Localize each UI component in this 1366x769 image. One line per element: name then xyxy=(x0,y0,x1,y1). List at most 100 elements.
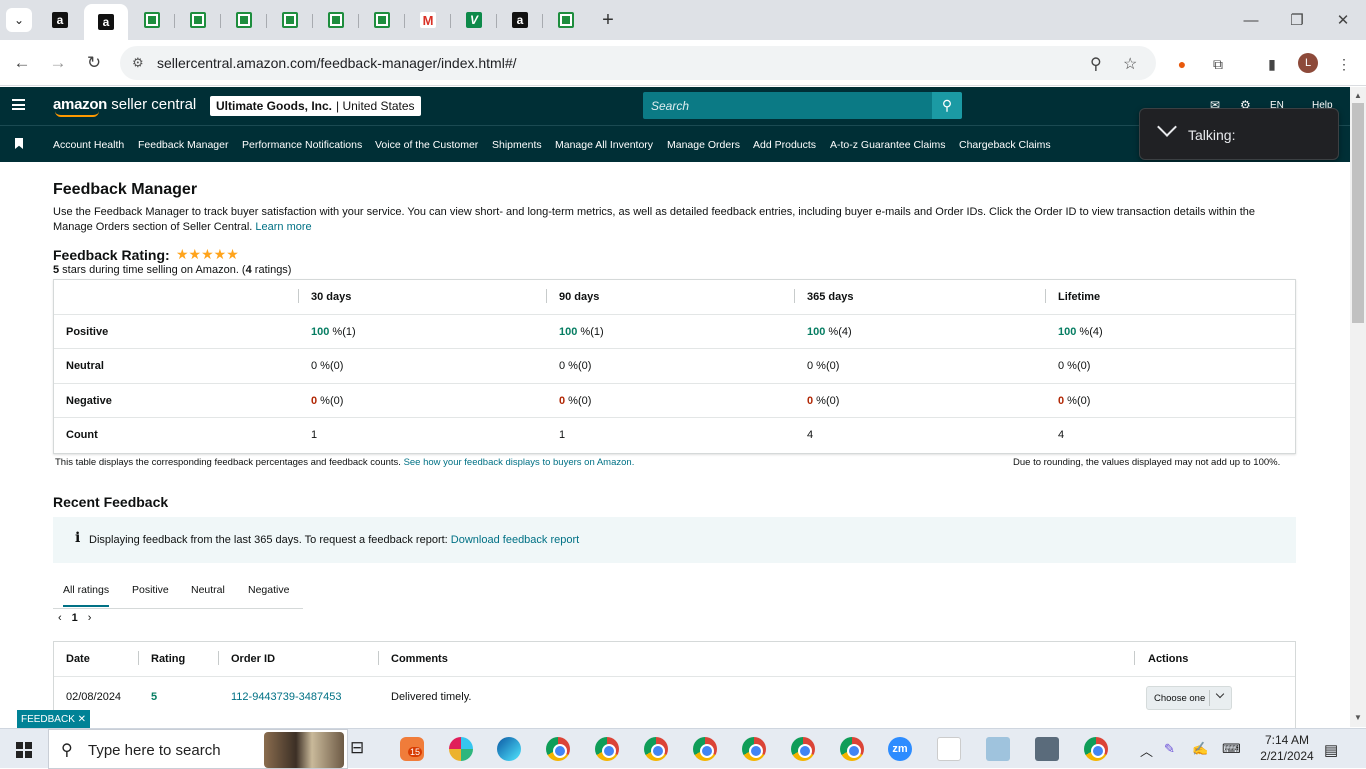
learn-more-link[interactable]: Learn more xyxy=(255,221,311,233)
zoom-icon[interactable]: zm xyxy=(888,737,912,761)
browser-tab[interactable] xyxy=(360,6,404,34)
actions-dropdown[interactable]: Choose one xyxy=(1146,686,1232,710)
feedback-date: 02/08/2024 xyxy=(66,691,122,703)
browser-tab-active[interactable]: a xyxy=(84,4,128,40)
browser-tab[interactable] xyxy=(314,6,358,34)
browser-tab[interactable] xyxy=(222,6,266,34)
tab-negative[interactable]: Negative xyxy=(248,584,289,596)
nav-voice-of-customer[interactable]: Voice of the Customer xyxy=(375,139,478,151)
search-input[interactable]: Search xyxy=(643,92,933,119)
chrome-icon[interactable] xyxy=(840,737,864,761)
pen-icon[interactable]: ✎ xyxy=(1164,741,1175,757)
hamburger-menu-icon[interactable] xyxy=(12,99,25,110)
extension-fire-icon[interactable]: ● xyxy=(1172,54,1192,74)
nav-a-to-z-claims[interactable]: A-to-z Guarantee Claims xyxy=(830,139,946,151)
side-panel-icon[interactable]: ▮ xyxy=(1262,54,1282,74)
chrome-icon[interactable] xyxy=(644,737,668,761)
scroll-up-icon[interactable]: ▲ xyxy=(1354,91,1362,100)
table-cell: 1 xyxy=(559,429,566,442)
page-number[interactable]: 1 xyxy=(72,612,78,624)
notification-badge: 15 xyxy=(408,747,423,757)
browser-tab[interactable] xyxy=(130,6,174,34)
app-icon-badge[interactable]: 15 xyxy=(400,737,424,761)
actions-dropdown-label: Choose one xyxy=(1154,693,1206,704)
reload-icon[interactable]: ↻ xyxy=(81,50,107,76)
browser-tab[interactable]: a xyxy=(498,6,542,34)
ink-icon[interactable]: ✍ xyxy=(1192,741,1208,757)
nav-performance-notifications[interactable]: Performance Notifications xyxy=(242,139,362,151)
search-icon[interactable]: ⚲ xyxy=(932,92,962,119)
browser-tab[interactable]: V xyxy=(452,6,496,34)
nav-manage-inventory[interactable]: Manage All Inventory xyxy=(555,139,653,151)
new-tab-plus-icon[interactable]: + xyxy=(596,8,620,32)
forward-arrow-icon[interactable]: → xyxy=(45,50,71,76)
chrome-icon[interactable] xyxy=(791,737,815,761)
table-header-row: Date Rating Order ID Comments Actions xyxy=(54,642,1295,677)
chrome-icon[interactable] xyxy=(693,737,717,761)
seller-central-logo[interactable]: amazon seller central xyxy=(53,96,196,117)
chrome-icon[interactable] xyxy=(595,737,619,761)
store-selector[interactable]: Ultimate Goods, Inc. | United States xyxy=(210,96,421,116)
tab-search-chevron-icon[interactable]: ⌄ xyxy=(6,8,32,32)
sheets-favicon-icon xyxy=(190,12,206,28)
bookmark-star-icon[interactable]: ☆ xyxy=(1123,54,1137,74)
minimize-icon[interactable]: — xyxy=(1228,8,1274,32)
page-scrollbar[interactable]: ▲ ▼ xyxy=(1350,87,1366,727)
feedback-button[interactable]: FEEDBACK ✕ xyxy=(17,710,90,728)
nav-feedback-manager[interactable]: Feedback Manager xyxy=(138,139,228,151)
table-cell: 0 %(0) xyxy=(807,394,840,407)
close-window-icon[interactable]: ✕ xyxy=(1320,8,1366,32)
talking-popup[interactable]: Talking: xyxy=(1139,108,1339,160)
windows-start-icon[interactable] xyxy=(16,742,32,758)
edge-icon[interactable] xyxy=(497,737,521,761)
calculator-icon[interactable] xyxy=(1035,737,1059,761)
browser-tab[interactable] xyxy=(176,6,220,34)
download-report-link[interactable]: Download feedback report xyxy=(451,534,579,546)
app-icon[interactable] xyxy=(937,737,961,761)
address-bar[interactable]: ⚙ sellercentral.amazon.com/feedback-mana… xyxy=(120,46,1156,80)
chrome-icon[interactable] xyxy=(742,737,766,761)
tray-chevron-up-icon[interactable]: ︿ xyxy=(1140,741,1153,760)
order-id-link[interactable]: 112-9443739-3487453 xyxy=(231,691,342,703)
back-arrow-icon[interactable]: ← xyxy=(9,50,35,76)
site-info-icon[interactable]: ⚙ xyxy=(132,55,144,71)
task-view-icon[interactable]: ⊟ xyxy=(350,738,364,758)
tab-positive[interactable]: Positive xyxy=(132,584,169,596)
prev-page-chevron-icon[interactable]: ‹ xyxy=(58,612,62,624)
browser-tab[interactable] xyxy=(268,6,312,34)
table-cell: 100 %(4) xyxy=(1058,325,1103,338)
nav-chargeback-claims[interactable]: Chargeback Claims xyxy=(959,139,1051,151)
next-page-chevron-icon[interactable]: › xyxy=(88,612,92,624)
keyboard-icon[interactable]: ⌨ xyxy=(1222,741,1241,757)
notepad-icon[interactable] xyxy=(986,737,1010,761)
notifications-icon[interactable]: ▤ xyxy=(1324,741,1338,759)
row-label: Negative xyxy=(66,394,112,407)
system-clock[interactable]: 7:14 AM 2/21/2024 xyxy=(1252,732,1322,764)
slack-icon[interactable] xyxy=(449,737,473,761)
chevron-down-icon[interactable] xyxy=(1157,117,1177,137)
browser-tab[interactable] xyxy=(544,6,588,34)
profile-avatar[interactable]: L xyxy=(1298,53,1318,73)
restore-icon[interactable]: ❐ xyxy=(1274,8,1320,32)
zoom-magnifier-icon[interactable]: ⚲ xyxy=(1090,54,1102,74)
url-text[interactable]: sellercentral.amazon.com/feedback-manage… xyxy=(157,55,517,71)
scroll-down-icon[interactable]: ▼ xyxy=(1354,713,1362,722)
nav-shipments[interactable]: Shipments xyxy=(492,139,542,151)
chrome-icon[interactable] xyxy=(546,737,570,761)
browser-tab[interactable]: a xyxy=(38,6,82,34)
scroll-thumb[interactable] xyxy=(1352,103,1364,323)
tab-neutral[interactable]: Neutral xyxy=(191,584,225,596)
extensions-puzzle-icon[interactable]: ⧉ xyxy=(1208,54,1228,74)
nav-add-products[interactable]: Add Products xyxy=(753,139,816,151)
intro-text: Use the Feedback Manager to track buyer … xyxy=(53,206,1255,233)
chrome-icon[interactable] xyxy=(1084,737,1108,761)
nav-account-health[interactable]: Account Health xyxy=(53,139,124,151)
feedback-display-link[interactable]: See how your feedback displays to buyers… xyxy=(404,457,635,468)
bookmark-icon[interactable] xyxy=(15,138,23,149)
chrome-menu-icon[interactable]: ⋮ xyxy=(1334,54,1354,74)
nav-manage-orders[interactable]: Manage Orders xyxy=(667,139,740,151)
tab-all-ratings[interactable]: All ratings xyxy=(63,584,110,607)
taskbar-search-input[interactable]: ⚲ Type here to search xyxy=(48,729,348,769)
row-label: Neutral xyxy=(66,360,104,373)
browser-tab[interactable]: M xyxy=(406,6,450,34)
